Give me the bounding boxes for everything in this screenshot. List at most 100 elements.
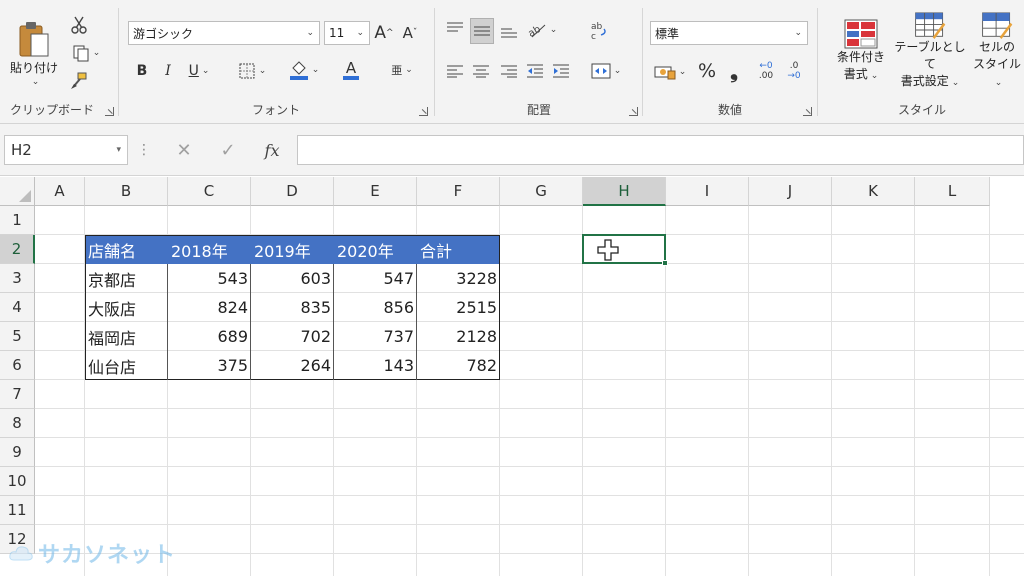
table-cell[interactable]: 689 [168, 322, 251, 351]
column-header-c[interactable]: C [168, 177, 251, 206]
decrease-decimal-button[interactable]: .0 →0 [782, 58, 806, 84]
column-header-i[interactable]: I [666, 177, 749, 206]
table-header-cell[interactable]: 合計 [417, 235, 500, 264]
column-header-l[interactable]: L [915, 177, 990, 206]
table-cell[interactable]: 2515 [417, 293, 500, 322]
row-header-2[interactable]: 2 [0, 235, 35, 264]
decrease-indent-button[interactable] [524, 60, 546, 82]
table-cell[interactable]: 仙台店 [85, 351, 168, 380]
font-dialog-launcher[interactable] [419, 107, 428, 116]
font-size-select[interactable]: 11 ⌄ [324, 21, 370, 45]
orientation-button[interactable]: ab ⌄ [524, 18, 560, 42]
increase-indent-button[interactable] [550, 60, 572, 82]
merge-center-button[interactable]: ⌄ [586, 58, 626, 84]
alignment-dialog-launcher[interactable] [629, 107, 638, 116]
copy-button[interactable]: ⌄ [66, 42, 106, 64]
align-left-button[interactable] [444, 60, 466, 82]
row-header-1[interactable]: 1 [0, 206, 35, 235]
row-header-7[interactable]: 7 [0, 380, 35, 409]
number-format-select[interactable]: 標準 ⌄ [650, 21, 808, 45]
font-color-button[interactable]: A [332, 58, 370, 82]
shrink-font-button[interactable]: Aˇ [398, 20, 422, 46]
font-name-select[interactable]: 游ゴシック ⌄ [128, 21, 320, 45]
table-cell[interactable]: 大阪店 [85, 293, 168, 322]
middle-align-button[interactable] [470, 18, 494, 44]
insert-function-button[interactable]: fx [256, 135, 288, 165]
table-header-cell[interactable]: 2018年 [168, 235, 251, 264]
row-header-3[interactable]: 3 [0, 264, 35, 293]
formula-input[interactable] [297, 135, 1024, 165]
row-header-11[interactable]: 11 [0, 496, 35, 525]
cut-button[interactable] [68, 14, 90, 36]
column-header-a[interactable]: A [35, 177, 85, 206]
accounting-format-button[interactable]: ⌄ [650, 60, 690, 84]
selected-cell[interactable] [582, 234, 668, 266]
confirm-entry-button[interactable]: ✓ [214, 135, 242, 165]
row-header-5[interactable]: 5 [0, 322, 35, 351]
select-all-button[interactable] [0, 177, 35, 206]
font-name-value: 游ゴシック [133, 26, 194, 41]
cell-styles-button[interactable]: セルの スタイル ⌄ [970, 12, 1024, 92]
row-header-10[interactable]: 10 [0, 467, 35, 496]
wrap-text-button[interactable]: ab c [586, 18, 612, 44]
column-header-f[interactable]: F [417, 177, 500, 206]
cancel-entry-button[interactable]: ✕ [170, 135, 198, 165]
table-cell[interactable]: 835 [251, 293, 334, 322]
column-header-e[interactable]: E [334, 177, 417, 206]
row-header-4[interactable]: 4 [0, 293, 35, 322]
italic-button[interactable]: I [158, 60, 178, 82]
table-cell[interactable]: 543 [168, 264, 251, 293]
top-align-button[interactable] [444, 18, 466, 40]
table-cell[interactable]: 782 [417, 351, 500, 380]
table-cell[interactable]: 143 [334, 351, 417, 380]
paste-button[interactable]: 貼り付け ⌄ [8, 10, 60, 96]
conditional-formatting-button[interactable]: 条件付き 書式 ⌄ [826, 12, 896, 92]
format-painter-button[interactable] [68, 70, 90, 92]
row-header-6[interactable]: 6 [0, 351, 35, 380]
table-cell[interactable]: 856 [334, 293, 417, 322]
format-as-table-button[interactable]: テーブルとして 書式設定 ⌄ [892, 12, 968, 92]
table-cell[interactable]: 547 [334, 264, 417, 293]
table-cell[interactable]: 京都店 [85, 264, 168, 293]
row-header-9[interactable]: 9 [0, 438, 35, 467]
name-box[interactable]: H2 ▾ [4, 135, 128, 165]
clipboard-dialog-launcher[interactable] [105, 107, 114, 116]
table-cell[interactable]: 福岡店 [85, 322, 168, 351]
row-gridline [35, 437, 1024, 438]
borders-button[interactable]: ⌄ [232, 60, 272, 82]
underline-button[interactable]: U ⌄ [182, 60, 216, 82]
column-header-b[interactable]: B [85, 177, 168, 206]
row-header-8[interactable]: 8 [0, 409, 35, 438]
cell-styles-label-2: スタイル ⌄ [970, 56, 1024, 92]
table-header-cell[interactable]: 2019年 [251, 235, 334, 264]
phonetic-button[interactable]: 亜 ⌄ [384, 58, 420, 82]
column-header-k[interactable]: K [832, 177, 915, 206]
clipboard-group: 貼り付け ⌄ ⌄ クリップボード [0, 0, 118, 124]
percent-style-button[interactable]: % [696, 58, 718, 84]
name-box-value: H2 [11, 141, 32, 159]
column-header-g[interactable]: G [500, 177, 583, 206]
bottom-align-button[interactable] [498, 18, 520, 44]
table-cell[interactable]: 2128 [417, 322, 500, 351]
bold-button[interactable]: B [132, 60, 152, 82]
table-header-cell[interactable]: 2020年 [334, 235, 417, 264]
table-cell[interactable]: 824 [168, 293, 251, 322]
increase-decimal-button[interactable]: ←0.00 [754, 58, 778, 84]
column-header-h[interactable]: H [583, 177, 666, 206]
table-cell[interactable]: 375 [168, 351, 251, 380]
comma-style-button[interactable]: ❟ [724, 58, 744, 84]
align-right-button[interactable] [498, 60, 520, 82]
grow-font-button[interactable]: A ^ [372, 20, 396, 46]
fill-handle[interactable] [662, 260, 668, 266]
table-header-cell[interactable]: 店舗名 [85, 235, 168, 264]
fill-color-button[interactable]: ⌄ [284, 58, 324, 82]
column-header-d[interactable]: D [251, 177, 334, 206]
table-cell[interactable]: 737 [334, 322, 417, 351]
align-center-button[interactable] [470, 60, 492, 82]
number-dialog-launcher[interactable] [803, 107, 812, 116]
column-header-j[interactable]: J [749, 177, 832, 206]
table-cell[interactable]: 603 [251, 264, 334, 293]
table-cell[interactable]: 3228 [417, 264, 500, 293]
table-cell[interactable]: 264 [251, 351, 334, 380]
table-cell[interactable]: 702 [251, 322, 334, 351]
